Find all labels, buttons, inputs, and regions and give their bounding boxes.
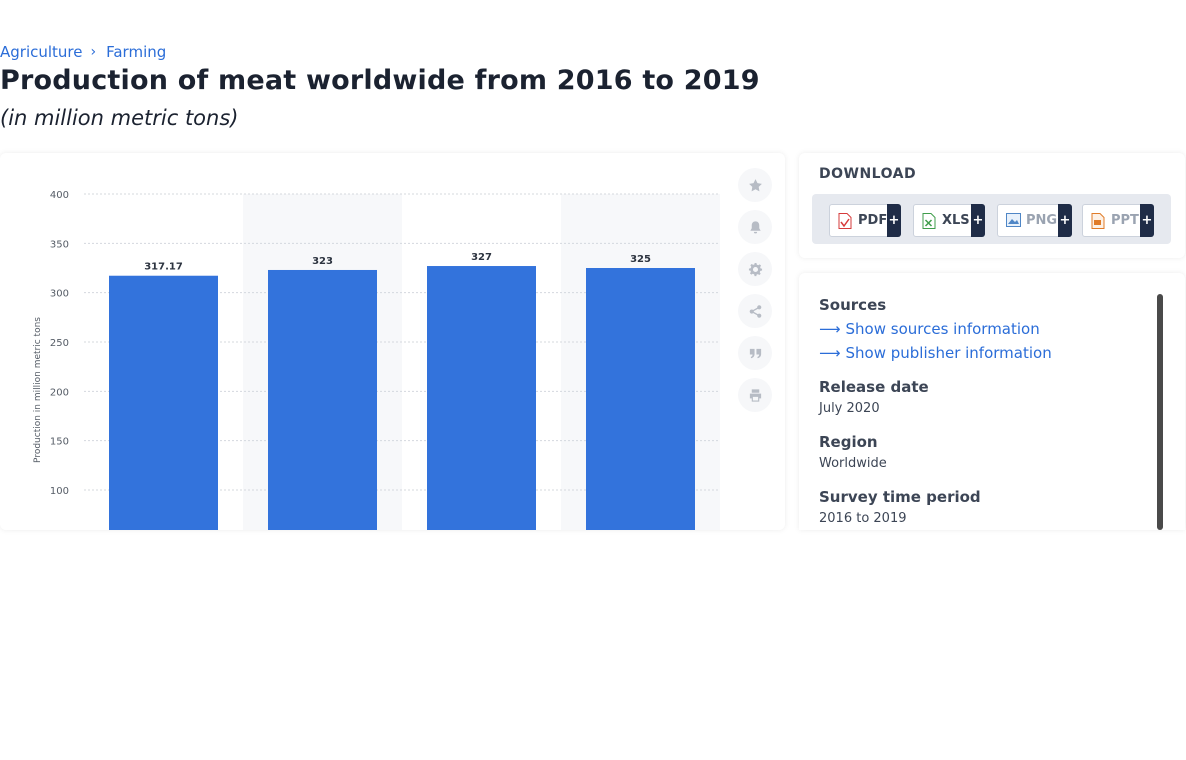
data-label: 327	[471, 252, 492, 263]
breadcrumb-farming[interactable]: Farming	[106, 43, 166, 61]
ppt-download-button[interactable]: PPT +	[1082, 204, 1154, 237]
y-tick-label: 250	[50, 338, 69, 349]
release-date-value: July 2020	[819, 401, 880, 416]
quote-icon[interactable]	[738, 336, 772, 370]
xls-label: XLS	[942, 213, 970, 228]
xls-file-icon	[922, 212, 936, 229]
breadcrumb: Agriculture › Farming	[0, 43, 166, 61]
png-plus: +	[1058, 204, 1072, 237]
arrow-right-icon: ⟶	[819, 320, 841, 338]
region-value: Worldwide	[819, 456, 887, 471]
bar	[268, 269, 377, 530]
pdf-file-icon	[838, 212, 852, 229]
ppt-label: PPT	[1111, 213, 1139, 228]
y-tick-label: 100	[50, 486, 69, 497]
pdf-download-button[interactable]: PDF +	[829, 204, 901, 237]
xls-download-button[interactable]: XLS +	[913, 204, 985, 237]
data-label: 317.17	[144, 262, 183, 273]
y-tick-label: 400	[50, 190, 69, 201]
png-file-icon	[1006, 212, 1021, 229]
share-icon[interactable]	[738, 294, 772, 328]
region-heading: Region	[819, 433, 878, 451]
download-title: DOWNLOAD	[819, 166, 917, 182]
xls-plus: +	[971, 204, 985, 237]
release-date-heading: Release date	[819, 378, 929, 396]
data-label: 325	[630, 254, 651, 265]
y-tick-label: 200	[50, 387, 69, 398]
bar	[109, 275, 218, 530]
show-sources-link[interactable]: ⟶ Show sources information	[819, 320, 1040, 338]
bar	[427, 266, 536, 530]
show-publisher-link[interactable]: ⟶ Show publisher information	[819, 344, 1052, 362]
pdf-plus: +	[887, 204, 901, 237]
star-icon[interactable]	[738, 168, 772, 202]
png-label: PNG	[1026, 213, 1058, 228]
chart-toolbar	[738, 168, 772, 420]
bar	[586, 268, 695, 530]
sources-heading: Sources	[819, 296, 887, 314]
show-sources-label: Show sources information	[845, 320, 1040, 338]
png-download-button[interactable]: PNG +	[997, 204, 1072, 237]
ppt-file-icon	[1091, 212, 1105, 229]
survey-period-heading: Survey time period	[819, 488, 981, 506]
breadcrumb-agriculture[interactable]: Agriculture	[0, 43, 83, 61]
download-panel: DOWNLOAD PDF + XLS + PNG + PPT +	[799, 153, 1185, 258]
bell-icon[interactable]	[738, 210, 772, 244]
ppt-plus: +	[1140, 204, 1154, 237]
breadcrumb-separator: ›	[90, 44, 97, 60]
y-tick-label: 150	[50, 437, 69, 448]
y-axis-label: Production in million metric tons	[33, 317, 43, 463]
download-buttons: PDF + XLS + PNG + PPT +	[812, 194, 1171, 244]
y-tick-label: 300	[50, 289, 69, 300]
show-publisher-label: Show publisher information	[845, 344, 1052, 362]
statistic-details-panel: Sources ⟶ Show sources information ⟶ Sho…	[799, 273, 1185, 530]
y-tick-label: 350	[50, 239, 69, 250]
chart-card: 100 150 200 250 300 350 400 Production in milli…	[0, 153, 785, 530]
survey-period-value: 2016 to 2019	[819, 511, 907, 526]
page-title: Production of meat worldwide from 2016 t…	[0, 65, 760, 96]
data-label: 323	[312, 256, 333, 267]
pdf-label: PDF	[858, 213, 888, 228]
arrow-right-icon: ⟶	[819, 344, 841, 362]
gear-icon[interactable]	[738, 252, 772, 286]
print-icon[interactable]	[738, 378, 772, 412]
bar-chart: 100 150 200 250 300 350 400 Production in milli…	[33, 190, 720, 530]
scrollbar[interactable]	[1157, 294, 1163, 530]
page-subtitle: (in million metric tons)	[0, 106, 239, 130]
